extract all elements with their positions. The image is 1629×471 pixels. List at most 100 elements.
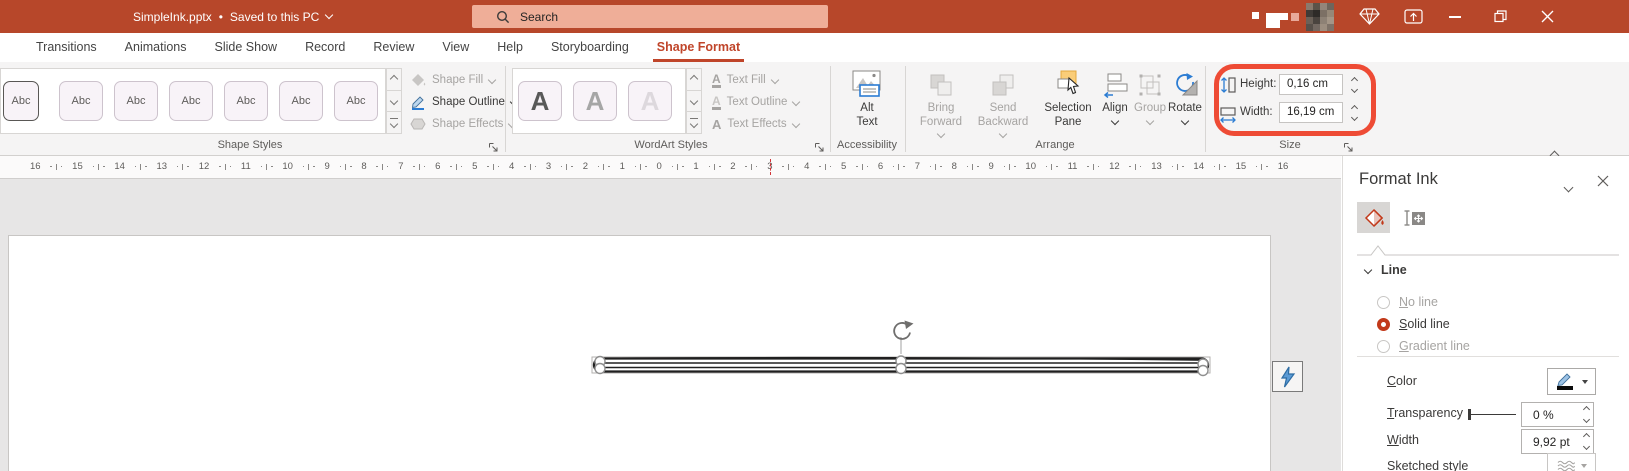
ruler-tick <box>597 163 610 170</box>
line-section-label: Line <box>1381 263 1407 277</box>
tab-storyboarding[interactable]: Storyboarding <box>537 33 643 62</box>
tab-view[interactable]: View <box>428 33 483 62</box>
gradient-line-label: Gradient line <box>1399 339 1470 353</box>
group-button[interactable]: Group <box>1134 66 1166 126</box>
gallery-scroll-arrows <box>386 68 402 135</box>
shape-style-thumbnail[interactable]: Abc <box>59 81 103 121</box>
wordart-dialog-launcher[interactable] <box>814 140 826 152</box>
gallery-up-button[interactable] <box>386 68 402 91</box>
horizontal-ruler[interactable]: 16 15 14 13 12 11 10 9 8 7 6 5 4 3 2 1 0 1 2 3 4 5 6 7 8 9 10 11 12 1… <box>0 156 1341 179</box>
send-backward-button[interactable]: Send Backward <box>972 66 1034 139</box>
ruler-number: 11 <box>240 161 251 172</box>
minimize-button[interactable] <box>1449 16 1461 18</box>
text-effects-button[interactable]: A Text Effects <box>712 114 800 134</box>
lightning-bolt-icon <box>1279 366 1297 388</box>
presence-indicator <box>1266 13 1288 20</box>
bring-forward-button[interactable]: Bring Forward <box>912 66 970 139</box>
text-fill-button[interactable]: A Text Fill <box>712 70 779 90</box>
shape-style-thumbnail[interactable]: Abc <box>114 81 158 121</box>
gallery-more-button[interactable] <box>386 112 402 135</box>
ruler-number: 5 <box>472 161 478 172</box>
wordart-style-thumbnail[interactable]: A <box>573 81 617 121</box>
text-outline-button[interactable]: A Text Outline <box>712 92 801 112</box>
tab-transitions[interactable]: Transitions <box>22 33 111 62</box>
fill-line-tab[interactable] <box>1357 202 1390 233</box>
tab-record[interactable]: Record <box>291 33 359 62</box>
gallery-up-button[interactable] <box>686 68 702 91</box>
shape-outline-button[interactable]: Shape Outline <box>410 92 519 112</box>
solid-line-option[interactable]: Solid line <box>1377 317 1450 331</box>
chevron-down-icon <box>1363 265 1373 275</box>
line-width-input[interactable]: 9,92 pt <box>1521 429 1594 454</box>
ink-to-shape-button[interactable] <box>1272 361 1303 392</box>
wordart-group-label: WordArt Styles <box>634 139 708 151</box>
tab-animations[interactable]: Animations <box>111 33 201 62</box>
align-icon <box>1101 66 1129 98</box>
selected-ink-shape[interactable] <box>580 320 1225 387</box>
panel-close-icon[interactable] <box>1597 174 1609 192</box>
no-line-label: No line <box>1399 295 1438 309</box>
panel-options-chevron[interactable] <box>1563 178 1574 196</box>
ruler-number: 16 <box>1277 161 1289 172</box>
gallery-more-button[interactable] <box>686 112 702 135</box>
ruler-position-marker <box>770 159 771 175</box>
sketched-lines-icon <box>1557 460 1575 471</box>
red-highlight-annotation <box>1214 64 1376 136</box>
close-button[interactable] <box>1541 10 1554 28</box>
line-section-header[interactable]: Line <box>1363 263 1407 277</box>
ruler-number: 7 <box>398 161 404 172</box>
no-line-option[interactable]: No line <box>1377 295 1438 309</box>
tab-help[interactable]: Help <box>483 33 537 62</box>
ruler-tick <box>929 163 942 170</box>
selection-pane-label: Selection Pane <box>1044 102 1092 128</box>
rotate-button[interactable]: Rotate <box>1168 66 1202 126</box>
transparency-slider-track[interactable] <box>1469 414 1516 415</box>
sketched-style-dropdown[interactable] <box>1547 453 1596 471</box>
alt-text-label: Alt Text <box>856 102 878 128</box>
group-label: Group <box>1134 102 1166 114</box>
shape-fill-button[interactable]: Shape Fill <box>410 70 497 90</box>
align-button[interactable]: Align <box>1098 66 1132 126</box>
size-dialog-launcher[interactable] <box>1343 140 1355 152</box>
shape-effects-button[interactable]: Shape Effects <box>410 114 517 134</box>
transparency-spinner[interactable] <box>1582 405 1591 424</box>
ruler-tick <box>671 163 684 170</box>
ruler-tick <box>745 163 758 170</box>
text-fill-icon: A <box>712 71 721 88</box>
title-separator: • <box>218 9 223 24</box>
shape-styles-dialog-launcher[interactable] <box>488 140 500 152</box>
shape-style-thumbnail[interactable]: Abc <box>334 81 378 121</box>
wordart-style-thumbnail[interactable]: A <box>628 81 672 121</box>
slide-canvas-area[interactable] <box>0 179 1341 471</box>
selection-pane-button[interactable]: Selection Pane <box>1040 66 1096 129</box>
gallery-down-button[interactable] <box>386 90 402 113</box>
shape-style-thumbnail[interactable]: Abc <box>3 81 39 121</box>
shape-effects-icon <box>410 117 426 131</box>
shape-style-thumbnail[interactable]: Abc <box>279 81 323 121</box>
tab-review[interactable]: Review <box>359 33 428 62</box>
tab-slide-show[interactable]: Slide Show <box>201 33 292 62</box>
gradient-line-option[interactable]: Gradient line <box>1377 339 1470 353</box>
premium-gem-icon[interactable] <box>1359 8 1380 30</box>
wordart-style-thumbnail[interactable]: A <box>518 81 562 121</box>
tab-shape-format[interactable]: Shape Format <box>643 33 754 62</box>
search-input[interactable]: Search <box>472 5 828 28</box>
document-title-area[interactable]: SimpleInk.pptx • Saved to this PC <box>133 0 334 33</box>
ribbon-display-options-icon[interactable] <box>1404 8 1423 30</box>
shape-style-thumbnail[interactable]: Abc <box>169 81 213 121</box>
gallery-down-button[interactable] <box>686 90 702 113</box>
chevron-down-icon[interactable] <box>325 10 334 20</box>
ribbon: Abc Abc Abc Abc Abc Abc Abc Shape Fill Shape O… <box>0 62 1629 161</box>
size-properties-tab[interactable] <box>1398 202 1431 233</box>
alt-text-button[interactable]: Alt Text <box>838 66 896 129</box>
transparency-input[interactable]: 0 % <box>1521 402 1594 427</box>
color-picker-button[interactable] <box>1547 368 1596 395</box>
avatar[interactable] <box>1306 3 1334 36</box>
ruler-tick <box>1045 163 1058 170</box>
line-width-spinner[interactable] <box>1582 432 1591 451</box>
shape-style-thumbnail[interactable]: Abc <box>224 81 268 121</box>
ruler-tick <box>1087 163 1100 170</box>
transparency-slider-handle[interactable] <box>1468 409 1471 420</box>
restore-button[interactable] <box>1494 10 1507 28</box>
panel-tab-caret <box>1357 245 1619 256</box>
